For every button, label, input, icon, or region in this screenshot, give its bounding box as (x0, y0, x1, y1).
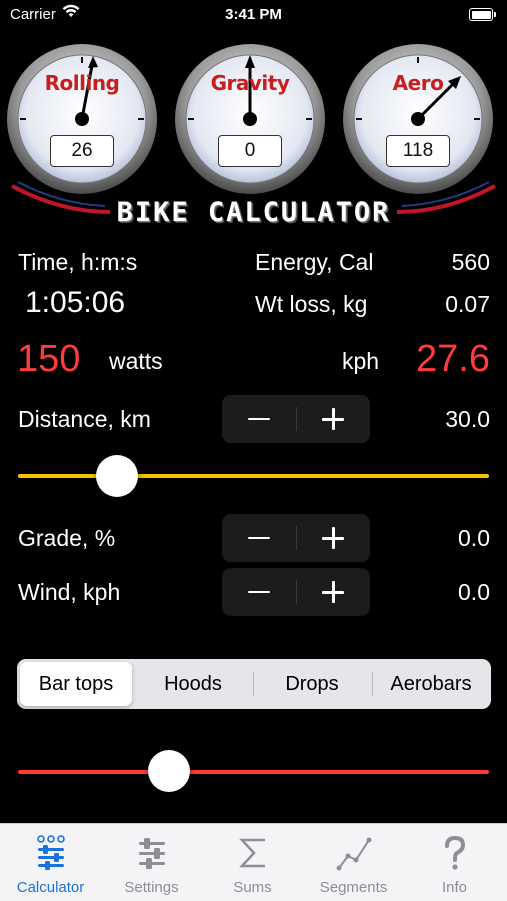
tab-settings[interactable]: Settings (101, 824, 202, 901)
distance-stepper[interactable] (222, 395, 370, 443)
gauge-label: Gravity (210, 71, 290, 95)
tab-calculator[interactable]: Calculator (0, 824, 101, 901)
grade-increment-button[interactable] (296, 514, 370, 562)
grade-decrement-button[interactable] (222, 514, 296, 562)
power-value: 150 (17, 338, 81, 380)
wt-loss-label: Wt loss, kg (255, 291, 368, 317)
time-value: 1:05:06 (25, 286, 126, 319)
app-title: BIKE CALCULATOR (116, 197, 391, 228)
tab-label: Settings (124, 879, 179, 896)
segment-hoods[interactable]: Hoods (137, 662, 249, 706)
speed-unit: kph (342, 348, 380, 374)
power-unit: watts (109, 348, 163, 374)
distance-slider[interactable] (18, 474, 489, 478)
tab-info[interactable]: Info (404, 824, 505, 901)
line-chart-icon (336, 837, 372, 871)
distance-increment-button[interactable] (296, 395, 370, 443)
wind-decrement-button[interactable] (222, 568, 296, 616)
sliders-icon (37, 835, 65, 870)
tab-segments[interactable]: Segments (303, 824, 404, 901)
wind-stepper[interactable] (222, 568, 370, 616)
time-label: Time, h:m:s (18, 249, 138, 275)
gauge-label: Aero (392, 71, 444, 95)
segment-aerobars[interactable]: Aerobars (374, 662, 488, 706)
riding-position-segmented-control[interactable]: Bar tops Hoods Drops Aerobars (17, 659, 491, 709)
bottom-slider-thumb[interactable] (147, 750, 190, 792)
tab-bar: Calculator Settings Sums Segments Info (0, 823, 507, 901)
tab-label: Sums (233, 879, 272, 896)
tab-label: Segments (319, 879, 388, 896)
wind-value: 0.0 (458, 579, 490, 605)
distance-label: Distance, km (18, 406, 151, 432)
minus-icon (248, 417, 270, 421)
energy-value: 560 (451, 249, 490, 275)
plus-icon (322, 408, 344, 430)
energy-label: Energy, Cal (255, 249, 374, 275)
wind-label: Wind, kph (18, 579, 121, 605)
distance-value: 30.0 (445, 406, 490, 432)
sliders-icon (139, 838, 165, 869)
plus-icon (322, 581, 344, 603)
tab-label: Info (441, 879, 468, 896)
wind-increment-button[interactable] (296, 568, 370, 616)
status-time: 3:41 PM (225, 6, 282, 23)
segment-drops[interactable]: Drops (256, 662, 368, 706)
grade-stepper[interactable] (222, 514, 370, 562)
gauge-label: Rolling (44, 71, 120, 95)
segment-divider (372, 672, 373, 696)
gauge-value: 26 (50, 135, 114, 167)
plus-icon (322, 527, 344, 549)
grade-label: Grade, % (18, 525, 116, 551)
minus-icon (248, 590, 270, 594)
status-bar: Carrier 3:41 PM (0, 0, 507, 30)
battery-icon (469, 8, 496, 21)
gauge-value: 0 (218, 135, 282, 167)
wt-loss-value: 0.07 (445, 291, 490, 317)
question-icon (445, 835, 466, 870)
tab-sums[interactable]: Sums (202, 824, 303, 901)
distance-slider-thumb[interactable] (95, 455, 138, 497)
speed-value: 27.6 (416, 338, 490, 380)
segment-bar-tops[interactable]: Bar tops (20, 662, 132, 706)
gauge-value: 118 (386, 135, 450, 167)
grade-value: 0.0 (458, 525, 490, 551)
distance-decrement-button[interactable] (222, 395, 296, 443)
segment-divider (253, 672, 254, 696)
sigma-icon (239, 838, 265, 868)
tab-label: Calculator (16, 879, 85, 896)
minus-icon (248, 536, 270, 540)
bottom-slider[interactable] (18, 770, 489, 774)
